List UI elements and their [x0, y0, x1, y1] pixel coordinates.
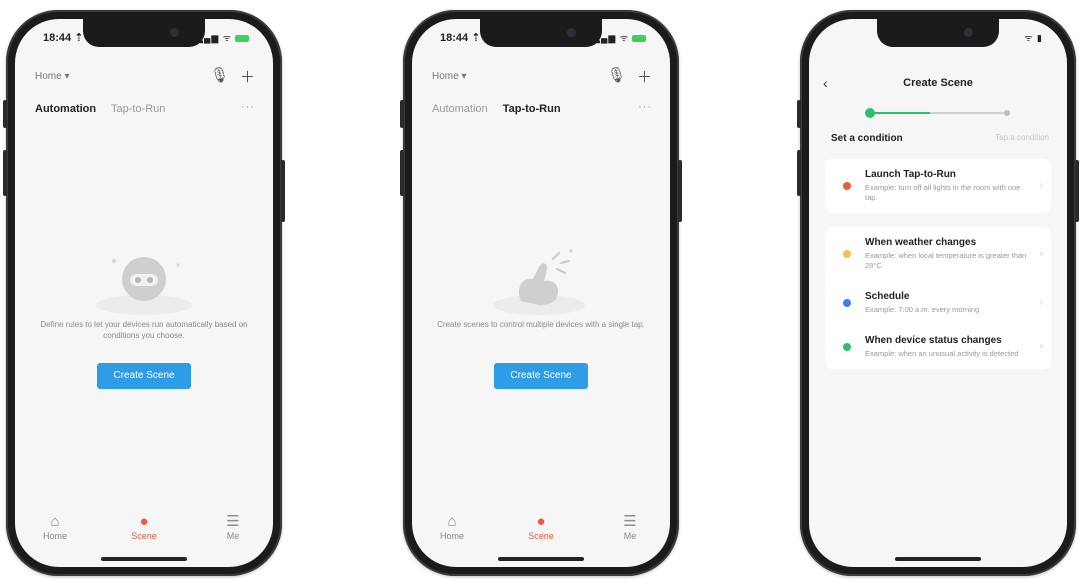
option-weather[interactable]: When weather changes Example: when local… [825, 227, 1051, 281]
tab-tap-to-run[interactable]: Tap-to-Run [111, 103, 165, 115]
progress-end-dot [1004, 110, 1010, 116]
progress-start-dot [865, 108, 875, 118]
chevron-right-icon: › [1039, 180, 1043, 191]
scene-tabs: Automation Tap-to-Run [432, 103, 573, 115]
home-indicator [101, 557, 187, 561]
option-title: When weather changes [865, 237, 977, 248]
nav-scene[interactable]: ● Scene [124, 513, 164, 541]
option-description: Example: when an unusual activity is det… [865, 349, 1019, 358]
chevron-right-icon: › [1039, 341, 1043, 352]
tab-tap-to-run[interactable]: Tap-to-Run [503, 103, 561, 115]
microphone-icon[interactable]: 🎙 [210, 66, 229, 84]
status-time: 18:44 ⇡ [43, 32, 84, 44]
option-description: Example: turn off all lights in the room… [865, 183, 1021, 202]
weather-icon [843, 250, 851, 258]
status-icons: ᯤ ▮ [1024, 33, 1043, 43]
bottom-nav: ⌂ Home ● Scene ☰ Me [15, 509, 273, 549]
nav-me[interactable]: ☰ Me [610, 513, 650, 541]
add-icon[interactable]: ＋ [637, 66, 652, 87]
nav-scene[interactable]: ● Scene [521, 513, 561, 541]
home-indicator [498, 557, 584, 561]
add-icon[interactable]: ＋ [240, 66, 255, 87]
option-launch-tap-to-run[interactable]: Launch Tap-to-Run Example: turn off all … [825, 159, 1051, 213]
bottom-nav: ⌂ Home ● Scene ☰ Me [412, 509, 670, 549]
condition-card-auto: When weather changes Example: when local… [825, 227, 1051, 369]
clock-icon [843, 299, 851, 307]
option-schedule[interactable]: Schedule Example: 7:00 a.m. every mornin… [825, 281, 1051, 325]
notch [480, 19, 602, 47]
home-selector[interactable]: Home ▾ [432, 71, 466, 82]
condition-card-tap: Launch Tap-to-Run Example: turn off all … [825, 159, 1051, 213]
tab-automation[interactable]: Automation [432, 103, 488, 115]
tap-icon [843, 182, 851, 190]
scene-icon: ● [139, 513, 149, 530]
condition-hint: Tap a condition [995, 133, 1049, 142]
progress-fill [867, 112, 930, 114]
option-description: Example: when local temperature is great… [865, 251, 1027, 270]
scene-tabs: Automation Tap-to-Run [35, 103, 177, 115]
screen: ᯤ ▮ ‹ Create Scene Set a condition Tap a… [809, 19, 1067, 567]
phone-tap-to-run: 18:44 ⇡ ▂▄▆ ᯤ Home ▾ 🎙 ＋ Automation Tap-… [400, 10, 682, 576]
phone-create-scene: ᯤ ▮ ‹ Create Scene Set a condition Tap a… [797, 10, 1079, 576]
robot-illustration [96, 257, 192, 315]
option-device-status[interactable]: When device status changes Example: when… [825, 325, 1051, 369]
step-progress [865, 108, 1010, 118]
option-title: When device status changes [865, 335, 1002, 346]
hand-tap-illustration [493, 249, 585, 315]
device-icon [843, 343, 851, 351]
condition-heading: Set a condition [831, 133, 903, 144]
empty-state-text: Define rules to let your devices run aut… [40, 320, 248, 340]
status-time: 18:44 ⇡ [440, 32, 481, 44]
nav-me[interactable]: ☰ Me [213, 513, 253, 541]
create-scene-button[interactable]: Create Scene [97, 363, 191, 389]
screen: 18:44 ⇡ ▂▄▆ ᯤ Home ▾ 🎙 ＋ Automation Tap-… [412, 19, 670, 567]
home-icon: ⌂ [447, 513, 457, 530]
nav-home[interactable]: ⌂ Home [35, 513, 75, 541]
phone-automation: 18:44 ⇡ ▂▄▆ ᯤ Home ▾ 🎙 ＋ Automation Tap-… [3, 10, 285, 576]
empty-state-text: Create scenes to control multiple device… [437, 320, 645, 329]
home-selector[interactable]: Home ▾ [35, 71, 69, 82]
chevron-right-icon: › [1039, 248, 1043, 259]
scene-icon: ● [536, 513, 546, 530]
chevron-right-icon: › [1039, 297, 1043, 308]
create-scene-button[interactable]: Create Scene [494, 363, 588, 389]
option-title: Schedule [865, 291, 910, 302]
notch [877, 19, 999, 47]
option-description: Example: 7:00 a.m. every morning [865, 305, 980, 314]
battery-icon [632, 35, 646, 43]
nav-home[interactable]: ⌂ Home [432, 513, 472, 541]
microphone-icon[interactable]: 🎙 [607, 66, 626, 84]
notch [83, 19, 205, 47]
profile-icon: ☰ [623, 513, 637, 530]
screen: 18:44 ⇡ ▂▄▆ ᯤ Home ▾ 🎙 ＋ Automation Tap-… [15, 19, 273, 567]
more-icon[interactable]: ··· [241, 101, 255, 113]
home-indicator [895, 557, 981, 561]
more-icon[interactable]: ··· [638, 101, 652, 113]
page-title: Create Scene [903, 77, 973, 89]
tab-automation[interactable]: Automation [35, 103, 96, 115]
home-icon: ⌂ [50, 513, 60, 530]
option-title: Launch Tap-to-Run [865, 169, 956, 180]
battery-icon [235, 35, 249, 43]
profile-icon: ☰ [226, 513, 240, 530]
